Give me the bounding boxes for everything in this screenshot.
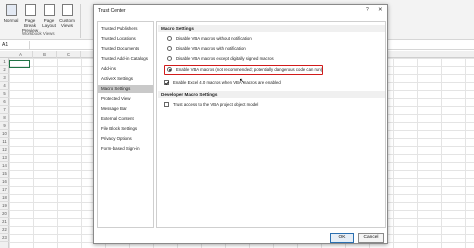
row-header[interactable]: 22 — [0, 226, 9, 234]
row-header[interactable]: 2 — [0, 66, 9, 74]
cancel-button[interactable]: Cancel — [358, 233, 384, 243]
vba-access-checkbox[interactable] — [164, 101, 169, 107]
row-header[interactable]: 14 — [0, 162, 9, 170]
row-header[interactable]: 15 — [0, 170, 9, 178]
trust-center-nav: Trusted Publishers Trusted Locations Tru… — [97, 21, 154, 228]
nav-item-trusted-locations[interactable]: Trusted Locations — [98, 35, 153, 43]
close-icon[interactable]: ✕ — [378, 7, 383, 13]
macro-option-label: Disable VBA macros without notification — [176, 36, 252, 41]
radio-button[interactable] — [167, 55, 172, 61]
trust-center-dialog: Trust Center ? ✕ Trusted Publishers Trus… — [93, 4, 388, 244]
column-header[interactable]: C — [57, 51, 81, 58]
radio-button[interactable] — [167, 35, 172, 41]
page-break-preview-label: Page Break — [23, 18, 36, 28]
excel4-macros-checkbox[interactable] — [164, 79, 169, 85]
row-header[interactable]: 11 — [0, 138, 9, 146]
nav-item-trusted-publishers[interactable]: Trusted Publishers — [98, 25, 153, 33]
highlight-box — [164, 65, 323, 75]
dialog-title: Trust Center — [98, 8, 126, 14]
row-header[interactable]: 5 — [0, 90, 9, 98]
nav-item-trusted-documents[interactable]: Trusted Documents — [98, 45, 153, 53]
radio-button[interactable] — [167, 45, 172, 51]
nav-item-privacy-options[interactable]: Privacy Options — [98, 135, 153, 143]
row-header[interactable]: 13 — [0, 154, 9, 162]
row-header[interactable]: 7 — [0, 106, 9, 114]
row-header[interactable]: 9 — [0, 122, 9, 130]
custom-views-button[interactable]: Custom Views — [58, 4, 76, 28]
normal-view-label: Normal — [3, 18, 19, 23]
nav-item-protected-view[interactable]: Protected View — [98, 95, 153, 103]
ribbon-group-label: Workbook Views — [22, 31, 55, 36]
row-header[interactable]: 1 — [0, 58, 9, 66]
page-break-preview-button[interactable]: Page Break Preview — [20, 4, 40, 33]
nav-item-add-ins[interactable]: Add-ins — [98, 65, 153, 73]
row-header[interactable]: 20 — [0, 210, 9, 218]
row-header[interactable]: 6 — [0, 98, 9, 106]
nav-item-file-block-settings[interactable]: File Block Settings — [98, 125, 153, 133]
custom-views-label-2: Views — [60, 23, 74, 28]
macro-settings-heading: Macro Settings — [158, 25, 385, 32]
macro-option-disable-except-signed[interactable]: Disable VBA macros except digitally sign… — [167, 55, 274, 62]
macro-option-disable-no-notify[interactable]: Disable VBA macros without notification — [167, 35, 252, 42]
row-header[interactable]: 17 — [0, 186, 9, 194]
row-headers: 1 2 3 4 5 6 7 8 9 10 11 12 13 14 15 16 17 18 19 20 21 22 23 — [0, 58, 9, 248]
excel4-macros-option[interactable]: Enable Excel 4.0 macros when VBA macros … — [164, 79, 281, 86]
ok-button[interactable]: OK — [330, 233, 354, 243]
page-layout-button[interactable]: Page Layout — [41, 4, 57, 28]
row-header[interactable]: 19 — [0, 202, 9, 210]
page-layout-icon — [43, 4, 55, 16]
row-header[interactable]: 3 — [0, 74, 9, 82]
row-header[interactable]: 12 — [0, 146, 9, 154]
macro-settings-panel: Macro Settings Disable VBA macros withou… — [156, 21, 386, 228]
row-header[interactable]: 4 — [0, 82, 9, 90]
row-header[interactable]: 21 — [0, 218, 9, 226]
ribbon-separator — [80, 4, 81, 38]
excel4-macros-label: Enable Excel 4.0 macros when VBA macros … — [173, 80, 281, 85]
macro-option-label: Disable VBA macros with notification — [176, 46, 246, 51]
nav-item-trusted-add-in-catalogs[interactable]: Trusted Add-in Catalogs — [98, 55, 153, 63]
normal-view-icon — [5, 4, 17, 16]
nav-item-form-based-sign-in[interactable]: Form-based Sign-in — [98, 145, 153, 153]
custom-views-icon — [61, 4, 73, 16]
help-icon[interactable]: ? — [366, 7, 369, 13]
macro-option-label: Disable VBA macros except digitally sign… — [176, 56, 274, 61]
row-header[interactable]: 8 — [0, 114, 9, 122]
nav-item-external-content[interactable]: External Content — [98, 115, 153, 123]
vba-access-label: Trust access to the VBA project object m… — [173, 102, 259, 107]
page-break-preview-icon — [24, 4, 36, 16]
page-layout-label-2: Layout — [42, 23, 56, 28]
selected-cell[interactable] — [9, 60, 30, 68]
normal-view-button[interactable]: Normal — [2, 4, 20, 23]
vba-access-option[interactable]: Trust access to the VBA project object m… — [164, 101, 258, 108]
name-box[interactable]: A1 — [0, 41, 30, 49]
nav-item-macro-settings[interactable]: Macro Settings — [98, 85, 153, 93]
row-header[interactable]: 23 — [0, 234, 9, 242]
column-header[interactable]: B — [33, 51, 57, 58]
row-header[interactable]: 16 — [0, 178, 9, 186]
column-header[interactable]: A — [9, 51, 33, 58]
nav-item-activex-settings[interactable]: ActiveX Settings — [98, 75, 153, 83]
macro-option-disable-notify[interactable]: Disable VBA macros with notification — [167, 45, 246, 52]
row-header[interactable]: 10 — [0, 130, 9, 138]
row-header[interactable]: 18 — [0, 194, 9, 202]
nav-item-message-bar[interactable]: Message Bar — [98, 105, 153, 113]
developer-macro-settings-heading: Developer Macro Settings — [158, 91, 385, 98]
